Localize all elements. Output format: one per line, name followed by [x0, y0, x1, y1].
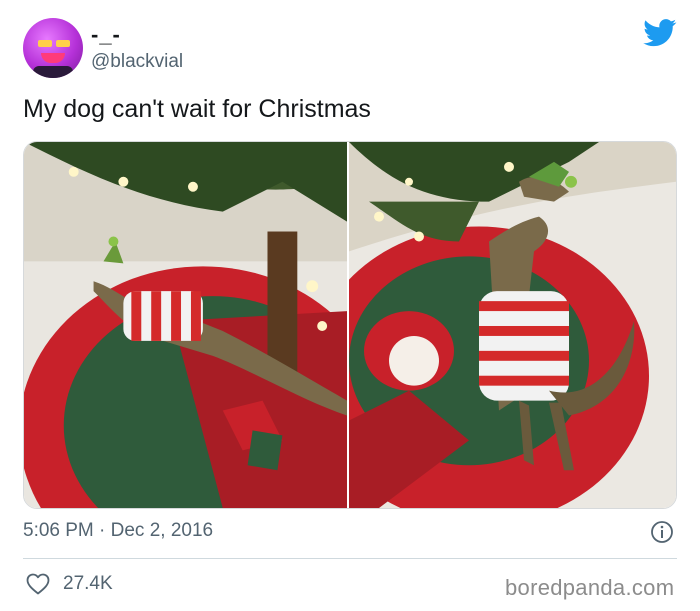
info-icon[interactable]: [650, 520, 674, 544]
photo-lizard-standing[interactable]: [349, 142, 676, 508]
avatar-eye-right: [56, 40, 70, 47]
twitter-bird-icon[interactable]: [643, 19, 677, 47]
user-handle[interactable]: @blackvial: [91, 51, 183, 73]
tweet-card: -_- @blackvial My dog can't wait for Chr…: [0, 0, 700, 611]
photo-lizard-lying-image: [24, 142, 347, 508]
photo-lizard-standing-image: [349, 142, 676, 508]
avatar-mouth: [41, 53, 65, 63]
watermark: boredpanda.com: [505, 575, 675, 600]
divider: [23, 558, 677, 559]
heart-icon[interactable]: [26, 573, 50, 595]
avatar[interactable]: [23, 18, 83, 78]
tweet-text: My dog can't wait for Christmas: [23, 95, 371, 123]
photo-lizard-lying[interactable]: [24, 142, 349, 508]
avatar-eye-left: [38, 40, 52, 47]
avatar-collar: [33, 66, 73, 78]
display-name[interactable]: -_-: [91, 22, 121, 48]
tweet-media[interactable]: [23, 141, 677, 509]
tweet-timestamp[interactable]: 5:06 PM · Dec 2, 2016: [23, 520, 213, 542]
like-count: 27.4K: [63, 573, 113, 594]
